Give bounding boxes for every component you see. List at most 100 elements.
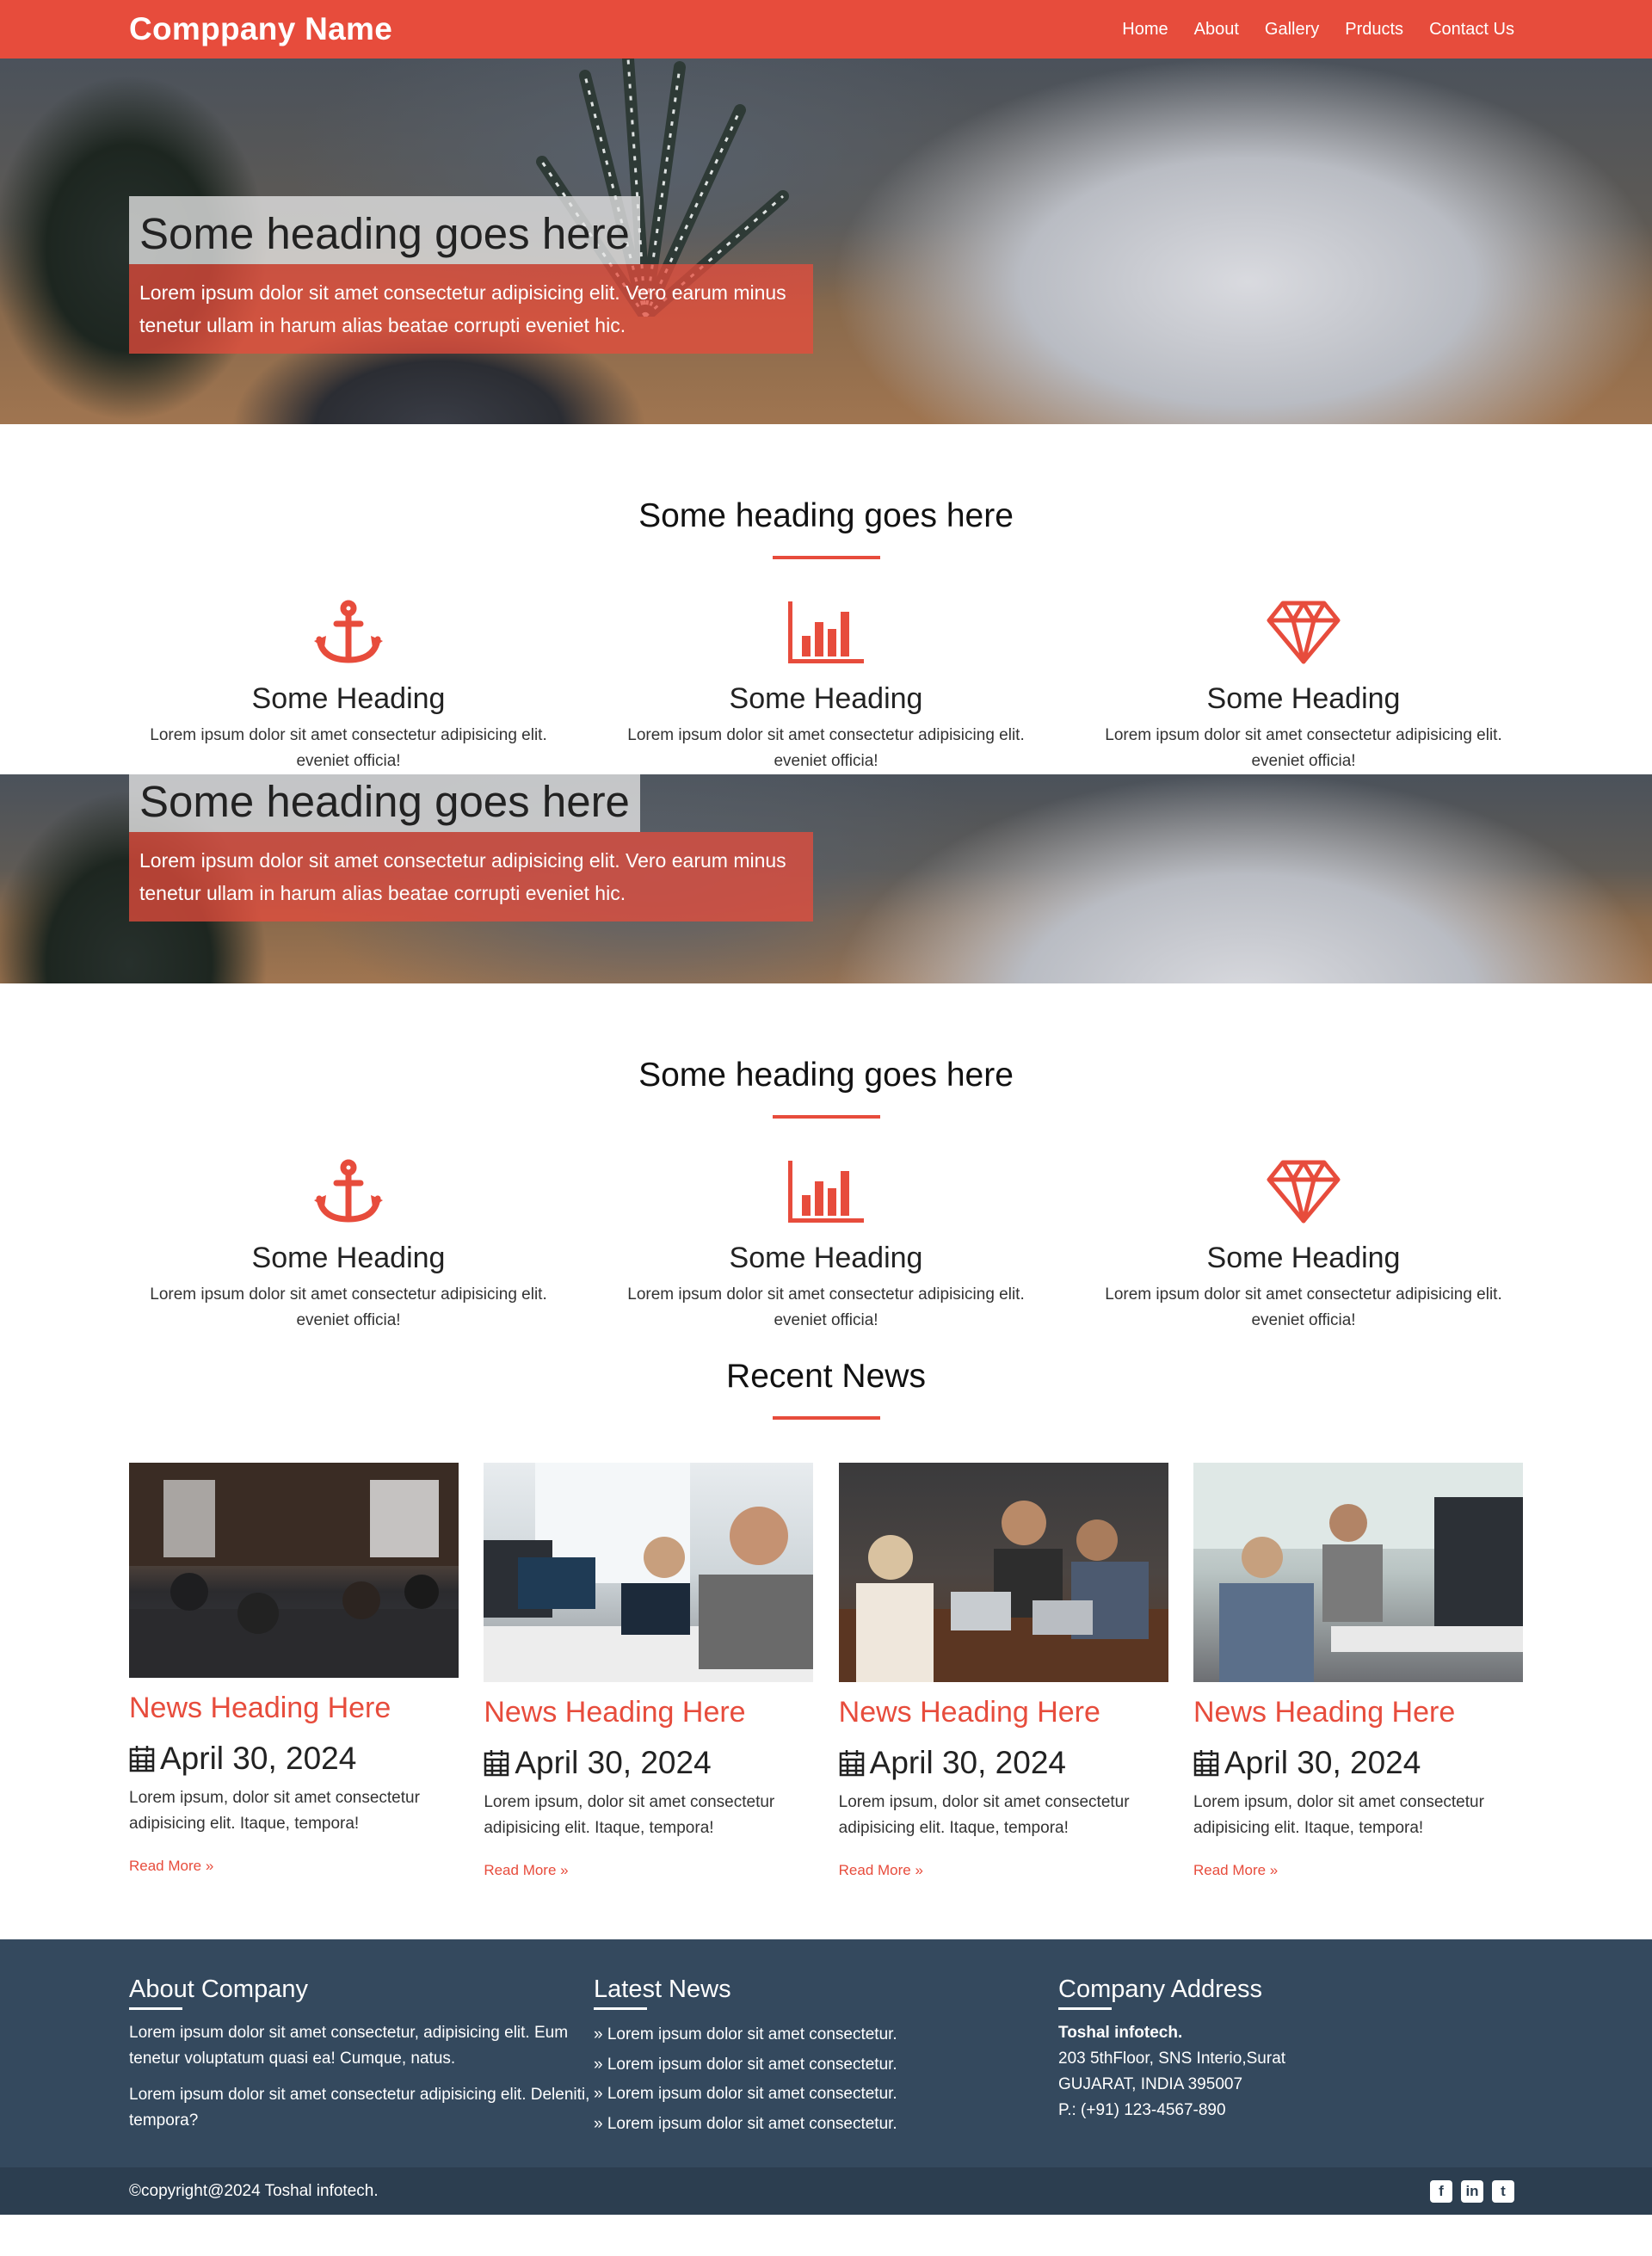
- news-heading[interactable]: News Heading Here: [484, 1696, 813, 1729]
- nav-home[interactable]: Home: [1122, 20, 1168, 40]
- news-date-text: April 30, 2024: [869, 1745, 1066, 1780]
- copyright-bar: ©copyright@2024 Toshal infotech. f in t: [0, 2167, 1652, 2215]
- read-more-link[interactable]: Read More »: [839, 1862, 923, 1879]
- footer: About Company Lorem ipsum dolor sit amet…: [0, 1939, 1652, 2167]
- features-section-repeat: Some heading goes here Some Heading Lore…: [0, 983, 1652, 1334]
- footer-latest-news: Latest News » Lorem ipsum dolor sit amet…: [594, 1976, 1058, 2139]
- bar-chart-icon: [788, 601, 864, 663]
- news-card: News Heading Here April 30, 2024 Lorem i…: [1193, 1463, 1523, 1879]
- news-text: Lorem ipsum, dolor sit amet consectetur …: [129, 1789, 420, 1833]
- news-date-text: April 30, 2024: [515, 1745, 712, 1780]
- hero-text: Lorem ipsum dolor sit amet consectetur a…: [129, 264, 813, 354]
- feature-heading: Some Heading: [729, 682, 923, 715]
- bar-chart-icon: [788, 1161, 864, 1223]
- footer-about-text: Lorem ipsum dolor sit amet consectetur, …: [129, 2024, 569, 2068]
- footer-address-title: Company Address: [1058, 1976, 1262, 2003]
- news-card: News Heading Here April 30, 2024 Lorem i…: [484, 1463, 814, 1879]
- feature-item: Some Heading Lorem ipsum dolor sit amet …: [607, 598, 1045, 774]
- feature-item: Some Heading Lorem ipsum dolor sit amet …: [129, 598, 568, 774]
- footer-title-underline: [594, 2007, 647, 2010]
- features-title: Some heading goes here: [638, 497, 1014, 534]
- feature-text: Lorem ipsum dolor sit amet consectetur a…: [1105, 1285, 1502, 1329]
- footer-news-link[interactable]: » Lorem ipsum dolor sit amet consectetur…: [594, 2110, 1058, 2140]
- news-heading[interactable]: News Heading Here: [129, 1692, 459, 1725]
- feature-text: Lorem ipsum dolor sit amet consectetur a…: [627, 726, 1025, 770]
- news-heading[interactable]: News Heading Here: [1193, 1696, 1523, 1729]
- feature-heading: Some Heading: [251, 682, 446, 715]
- hero-caption: Some heading goes here Lorem ipsum dolor…: [129, 774, 813, 922]
- news-image: [838, 1463, 1168, 1682]
- title-underline: [772, 556, 880, 559]
- address-block: Toshal infotech. 203 5thFloor, SNS Inter…: [1058, 2020, 1523, 2123]
- feature-text: Lorem ipsum dolor sit amet consectetur a…: [150, 726, 547, 770]
- hero-banner: Some heading goes here Lorem ipsum dolor…: [0, 59, 1652, 424]
- footer-address: Company Address Toshal infotech. 203 5th…: [1058, 1976, 1523, 2139]
- social-links: f in t: [1430, 2179, 1514, 2203]
- news-image: [129, 1463, 459, 1678]
- nav-links: Home About Gallery Prducts Contact Us: [1122, 20, 1514, 40]
- navbar: Comppany Name Home About Gallery Prducts…: [0, 0, 1652, 59]
- news-image: [484, 1463, 814, 1682]
- address-line-1: 203 5thFloor, SNS Interio,Surat: [1058, 2050, 1286, 2068]
- company-name: Toshal infotech.: [1058, 2024, 1183, 2042]
- footer-news-link[interactable]: » Lorem ipsum dolor sit amet consectetur…: [594, 2050, 1058, 2080]
- feature-item: Some Heading Lorem ipsum dolor sit amet …: [607, 1157, 1045, 1334]
- news-section: Recent News News Heading Here April 30, …: [0, 1334, 1652, 1939]
- address-line-2: GUJARAT, INDIA 395007: [1058, 2075, 1243, 2093]
- feature-heading: Some Heading: [1206, 682, 1401, 715]
- hero-title: Some heading goes here: [129, 774, 640, 832]
- feature-text: Lorem ipsum dolor sit amet consectetur a…: [627, 1285, 1025, 1329]
- feature-heading: Some Heading: [729, 1242, 923, 1274]
- nav-products[interactable]: Prducts: [1345, 20, 1403, 40]
- feature-item: Some Heading Lorem ipsum dolor sit amet …: [129, 1157, 568, 1334]
- news-date: April 30, 2024: [1193, 1745, 1523, 1781]
- footer-about-title: About Company: [129, 1976, 308, 2003]
- news-date: April 30, 2024: [129, 1741, 459, 1777]
- copyright-text: ©copyright@2024 Toshal infotech.: [129, 2181, 379, 2200]
- read-more-link[interactable]: Read More »: [129, 1858, 213, 1875]
- nav-about[interactable]: About: [1194, 20, 1239, 40]
- nav-contact[interactable]: Contact Us: [1429, 20, 1514, 40]
- news-date-text: April 30, 2024: [1224, 1745, 1421, 1780]
- feature-item: Some Heading Lorem ipsum dolor sit amet …: [1084, 1157, 1523, 1334]
- news-text: Lorem ipsum, dolor sit amet consectetur …: [838, 1793, 1130, 1837]
- news-text: Lorem ipsum, dolor sit amet consectetur …: [484, 1793, 775, 1837]
- twitter-icon[interactable]: t: [1492, 2179, 1514, 2203]
- nav-gallery[interactable]: Gallery: [1265, 20, 1319, 40]
- calendar-icon: [129, 1746, 155, 1772]
- hero-text: Lorem ipsum dolor sit amet consectetur a…: [129, 832, 813, 922]
- hero-title: Some heading goes here: [129, 196, 640, 264]
- footer-about: About Company Lorem ipsum dolor sit amet…: [129, 1976, 594, 2139]
- footer-title-underline: [129, 2007, 182, 2010]
- news-date-text: April 30, 2024: [160, 1741, 357, 1776]
- feature-text: Lorem ipsum dolor sit amet consectetur a…: [1105, 726, 1502, 770]
- footer-news-link[interactable]: » Lorem ipsum dolor sit amet consectetur…: [594, 2080, 1058, 2110]
- footer-latest-title: Latest News: [594, 1976, 731, 2003]
- diamond-icon: [1267, 1160, 1341, 1224]
- brand-logo[interactable]: Comppany Name: [129, 11, 392, 47]
- feature-heading: Some Heading: [1206, 1242, 1401, 1274]
- feature-item: Some Heading Lorem ipsum dolor sit amet …: [1084, 598, 1523, 774]
- footer-about-text: Lorem ipsum dolor sit amet consectetur a…: [129, 2086, 590, 2130]
- calendar-icon: [1193, 1750, 1219, 1777]
- news-heading[interactable]: News Heading Here: [839, 1696, 1168, 1729]
- read-more-link[interactable]: Read More »: [1193, 1862, 1278, 1879]
- phone-number: P.: (+91) 123-4567-890: [1058, 2101, 1226, 2119]
- hero-banner-repeat: Some heading goes here Lorem ipsum dolor…: [0, 774, 1652, 983]
- title-underline: [772, 1416, 880, 1420]
- diamond-icon: [1267, 601, 1341, 664]
- footer-title-underline: [1058, 2007, 1112, 2010]
- feature-heading: Some Heading: [251, 1242, 446, 1274]
- read-more-link[interactable]: Read More »: [484, 1862, 568, 1879]
- anchor-icon: [314, 600, 383, 663]
- news-image: [1193, 1463, 1523, 1682]
- hero-caption: Some heading goes here Lorem ipsum dolor…: [129, 196, 813, 354]
- facebook-icon[interactable]: f: [1430, 2179, 1452, 2203]
- features-title: Some heading goes here: [638, 1057, 1014, 1094]
- title-underline: [772, 1115, 880, 1119]
- linkedin-icon[interactable]: in: [1461, 2179, 1483, 2203]
- news-card: News Heading Here April 30, 2024 Lorem i…: [129, 1463, 459, 1879]
- footer-news-link[interactable]: » Lorem ipsum dolor sit amet consectetur…: [594, 2020, 1058, 2050]
- news-date: April 30, 2024: [484, 1745, 813, 1781]
- news-text: Lorem ipsum, dolor sit amet consectetur …: [1193, 1793, 1484, 1837]
